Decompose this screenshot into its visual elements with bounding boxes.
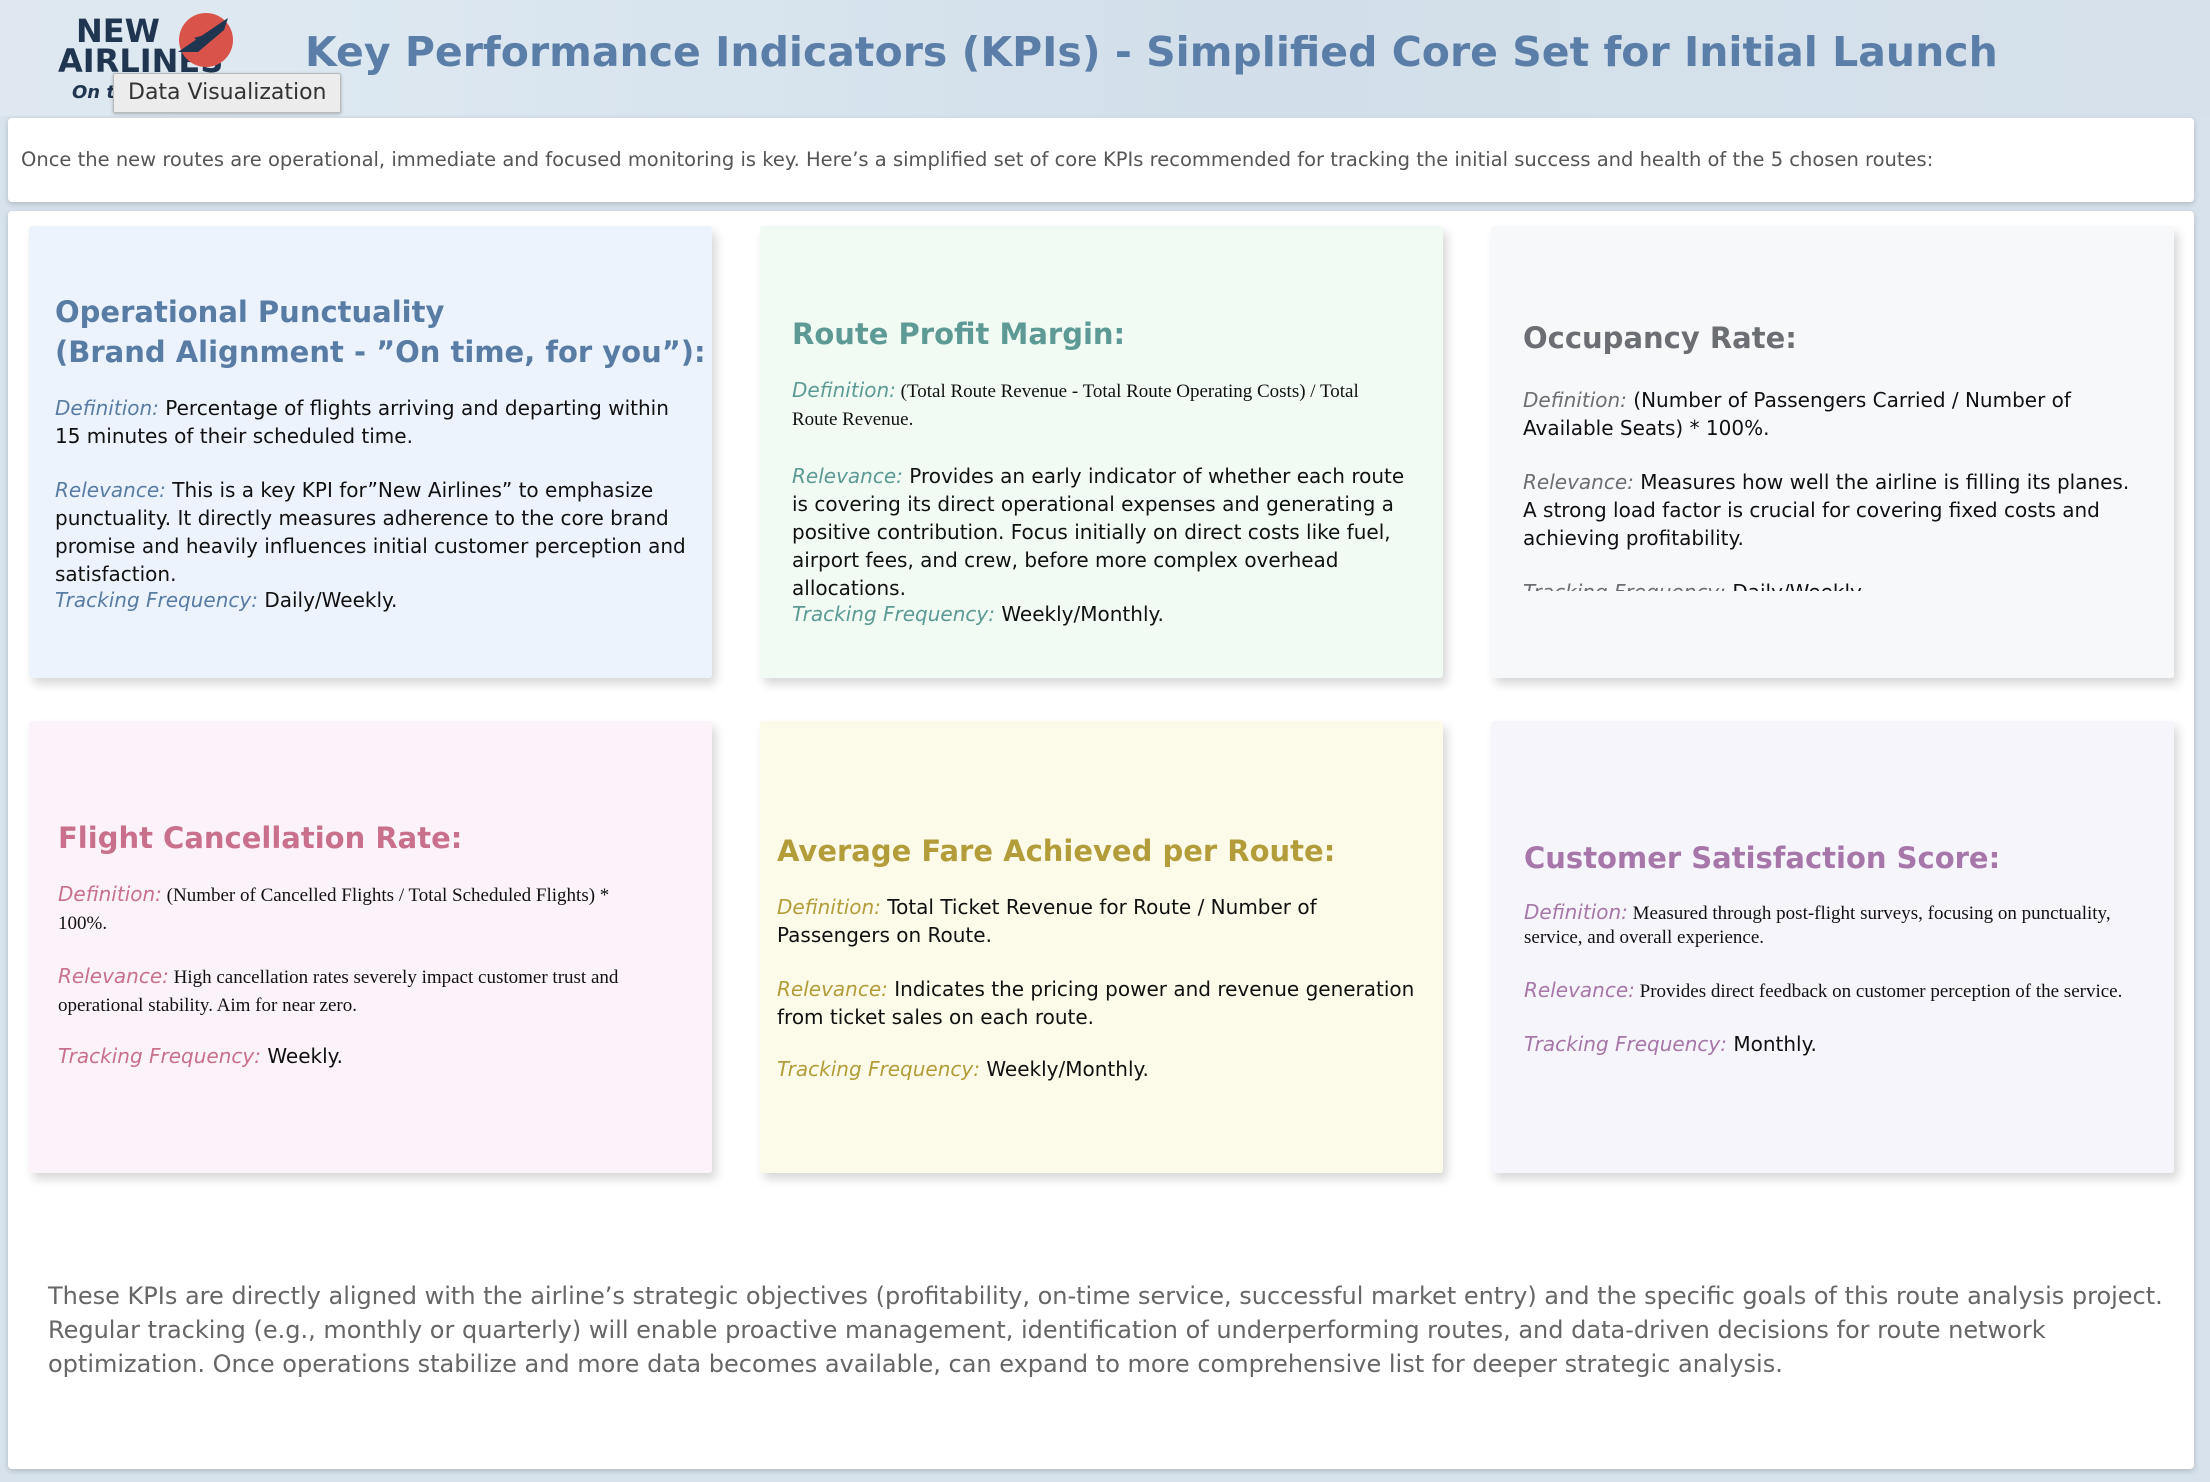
tracking-text: Daily/Weekly. bbox=[264, 588, 398, 612]
kpi-definition: Definition: Percentage of flights arrivi… bbox=[55, 394, 695, 450]
definition-label: Definition: bbox=[792, 378, 896, 402]
kpi-relevance: Relevance: High cancellation rates sever… bbox=[58, 962, 658, 1020]
relevance-label: Relevance: bbox=[1524, 978, 1635, 1002]
tracking-text: Weekly. bbox=[267, 1044, 344, 1068]
definition-label: Definition: bbox=[1523, 388, 1627, 412]
tracking-label: Tracking Frequency: bbox=[1523, 580, 1726, 591]
tracking-text: Monthly. bbox=[1733, 1032, 1817, 1056]
kpi-tracking: Tracking Frequency: Daily/Weekly. bbox=[55, 586, 695, 614]
kpi-definition: Definition: (Number of Cancelled Flights… bbox=[58, 880, 658, 938]
kpi-relevance: Relevance: Indicates the pricing power a… bbox=[777, 975, 1417, 1031]
kpi-card-route-profit-margin: Route Profit Margin: Definition: (Total … bbox=[760, 226, 1443, 678]
relevance-text: Provides direct feedback on customer per… bbox=[1639, 981, 2123, 1002]
tracking-label: Tracking Frequency: bbox=[1524, 1032, 1727, 1056]
tracking-text: Daily/Weekly bbox=[1732, 580, 1862, 591]
kpi-panel: Operational Punctuality (Brand Alignment… bbox=[8, 211, 2194, 1469]
kpi-title: Occupancy Rate: bbox=[1523, 321, 1797, 355]
tracking-text: Weekly/Monthly. bbox=[986, 1057, 1149, 1081]
relevance-label: Relevance: bbox=[55, 478, 166, 502]
kpi-card-average-fare: Average Fare Achieved per Route: Definit… bbox=[760, 721, 1443, 1173]
kpi-relevance: Relevance: Measures how well the airline… bbox=[1523, 468, 2143, 552]
airplane-icon bbox=[178, 13, 233, 67]
tracking-label: Tracking Frequency: bbox=[777, 1057, 980, 1081]
kpi-relevance: Relevance: This is a key KPI for”New Air… bbox=[55, 476, 712, 588]
definition-label: Definition: bbox=[1524, 900, 1628, 924]
kpi-card-flight-cancellation-rate: Flight Cancellation Rate: Definition: (N… bbox=[29, 721, 712, 1173]
kpi-relevance: Relevance: Provides an early indicator o… bbox=[792, 462, 1412, 602]
kpi-definition: Definition: (Number of Passengers Carrie… bbox=[1523, 386, 2133, 442]
kpi-tracking: Tracking Frequency: Weekly/Monthly. bbox=[792, 600, 1392, 628]
kpi-tracking: Tracking Frequency: Daily/Weekly bbox=[1523, 578, 2123, 591]
definition-label: Definition: bbox=[777, 895, 881, 919]
kpi-tracking: Tracking Frequency: Weekly/Monthly. bbox=[777, 1055, 1377, 1083]
intro-panel: Once the new routes are operational, imm… bbox=[8, 118, 2194, 202]
tooltip: Data Visualization bbox=[113, 73, 342, 113]
dashboard-header: NEW AIRLINES On ti Data Visualization Ke… bbox=[0, 0, 2210, 116]
tracking-text: Weekly/Monthly. bbox=[1001, 602, 1164, 626]
relevance-label: Relevance: bbox=[792, 464, 903, 488]
tracking-label: Tracking Frequency: bbox=[792, 602, 995, 626]
page-title: Key Performance Indicators (KPIs) - Simp… bbox=[305, 28, 1998, 76]
kpi-definition: Definition: Total Ticket Revenue for Rou… bbox=[777, 893, 1397, 949]
relevance-label: Relevance: bbox=[777, 977, 888, 1001]
kpi-card-occupancy-rate: Occupancy Rate: Definition: (Number of P… bbox=[1491, 226, 2174, 678]
kpi-title: Average Fare Achieved per Route: bbox=[777, 834, 1336, 868]
kpi-definition: Definition: Measured through post-flight… bbox=[1524, 900, 2154, 950]
kpi-title-line: (Brand Alignment - ”On time, for you”): bbox=[55, 335, 706, 369]
kpi-relevance: Relevance: Provides direct feedback on c… bbox=[1524, 976, 2164, 1006]
intro-text: Once the new routes are operational, imm… bbox=[21, 148, 1934, 171]
definition-label: Definition: bbox=[58, 882, 162, 906]
relevance-label: Relevance: bbox=[1523, 470, 1634, 494]
kpi-title: Route Profit Margin: bbox=[792, 317, 1126, 351]
kpi-definition: Definition: (Total Route Revenue - Total… bbox=[792, 376, 1392, 434]
conclusion-text: These KPIs are directly aligned with the… bbox=[48, 1282, 2163, 1378]
kpi-tracking: Tracking Frequency: Weekly. bbox=[58, 1042, 658, 1070]
kpi-title: Flight Cancellation Rate: bbox=[58, 821, 463, 855]
kpi-tracking: Tracking Frequency: Monthly. bbox=[1524, 1030, 2124, 1058]
tracking-label: Tracking Frequency: bbox=[58, 1044, 261, 1068]
relevance-label: Relevance: bbox=[58, 964, 169, 988]
tracking-label: Tracking Frequency: bbox=[55, 588, 258, 612]
kpi-title-line: Operational Punctuality bbox=[55, 295, 445, 329]
definition-label: Definition: bbox=[55, 396, 159, 420]
kpi-title: Customer Satisfaction Score: bbox=[1524, 841, 2001, 875]
kpi-card-operational-punctuality: Operational Punctuality (Brand Alignment… bbox=[29, 226, 712, 678]
kpi-tracking-clip: Tracking Frequency: Daily/Weekly bbox=[1491, 578, 2174, 591]
kpi-card-customer-satisfaction: Customer Satisfaction Score: Definition:… bbox=[1491, 721, 2174, 1173]
kpi-title: Operational Punctuality (Brand Alignment… bbox=[55, 292, 706, 372]
